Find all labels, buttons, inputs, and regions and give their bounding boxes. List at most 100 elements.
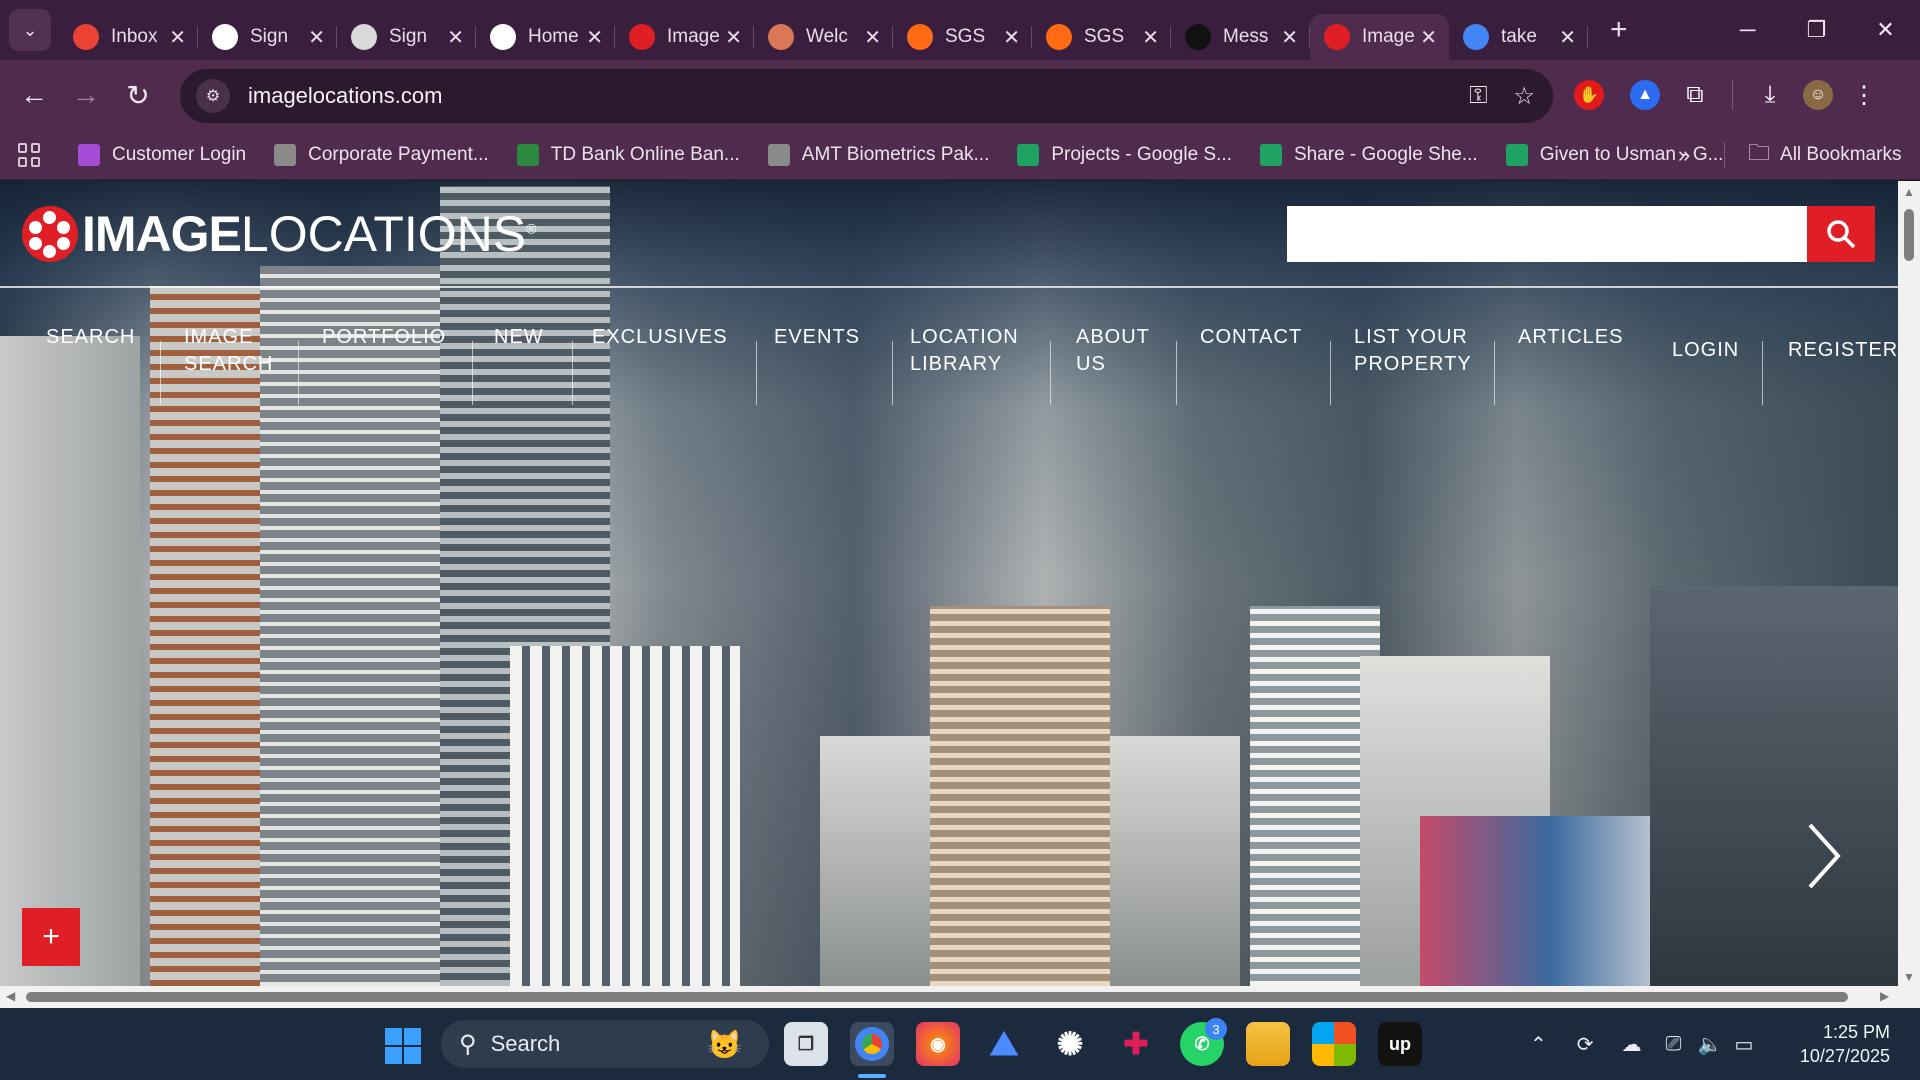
reload-button[interactable]: ↻ [112, 69, 164, 121]
tab-close-icon[interactable]: ✕ [1142, 25, 1159, 50]
volume-icon[interactable]: 🔈 [1698, 1032, 1723, 1057]
tab-close-icon[interactable]: ✕ [1420, 25, 1437, 50]
horizontal-scroll-thumb[interactable] [26, 992, 1848, 1002]
slack-icon[interactable]: ✚ [1114, 1022, 1158, 1066]
nav-link[interactable]: ARTICLES [1518, 324, 1623, 351]
bookmark-item[interactable]: Projects - Google S... [1017, 143, 1232, 166]
chatgpt-icon[interactable]: ✺ [1048, 1022, 1092, 1066]
register-link[interactable]: REGISTER [1788, 337, 1898, 364]
tab-close-icon[interactable]: ✕ [1003, 25, 1020, 50]
tab-close-icon[interactable]: ✕ [586, 25, 603, 50]
google-icon [1463, 24, 1489, 50]
back-button[interactable]: ← [8, 69, 60, 121]
more-bookmarks-icon[interactable]: » [1678, 142, 1690, 168]
bookmark-item[interactable]: Corporate Payment... [274, 143, 489, 166]
bookmark-label: Share - Google She... [1293, 143, 1478, 165]
onedrive-icon[interactable]: ☁ [1622, 1032, 1642, 1057]
tab-close-icon[interactable]: ✕ [308, 25, 325, 50]
horizontal-scrollbar[interactable]: ◀ ▶ [0, 986, 1920, 1008]
url-text[interactable]: imagelocations.com [248, 83, 442, 109]
browser-tab[interactable]: Home ✕ [476, 14, 615, 60]
browser-tab[interactable]: Sign ✕ [198, 14, 337, 60]
browser-tab[interactable]: Image ✕ [1310, 14, 1449, 60]
tab-close-icon[interactable]: ✕ [864, 25, 881, 50]
bookmark-item[interactable]: AMT Biometrics Pak... [767, 143, 989, 166]
nav-link[interactable]: SEARCH [46, 324, 135, 351]
browser-tab[interactable]: SGS ✕ [893, 14, 1032, 60]
password-key-icon[interactable]: ⚿ [1469, 82, 1487, 110]
bookmark-item[interactable]: Customer Login [78, 143, 246, 166]
tab-close-icon[interactable]: ✕ [725, 25, 742, 50]
tab-close-icon[interactable]: ✕ [447, 25, 464, 50]
bookmark-label: Projects - Google S... [1051, 143, 1232, 165]
scroll-left-icon[interactable]: ◀ [6, 989, 15, 1003]
bookmark-item[interactable]: Share - Google She... [1259, 143, 1478, 166]
microsoft-store-icon[interactable] [1312, 1022, 1356, 1066]
minimize-button[interactable]: ─ [1713, 0, 1782, 60]
apps-grid-icon[interactable] [18, 142, 42, 167]
bookmark-item[interactable]: Given to Usman - G... [1505, 143, 1723, 166]
login-link[interactable]: LOGIN [1672, 337, 1739, 364]
site-logo[interactable]: IMAGELOCATIONS® [22, 205, 537, 263]
scroll-right-icon[interactable]: ▶ [1880, 989, 1889, 1003]
browser-tab[interactable]: take ✕ [1449, 14, 1588, 60]
network-icon[interactable]: ⎚ [1666, 1033, 1682, 1056]
nav-link[interactable]: IMAGE SEARCH [184, 324, 273, 378]
tab-close-icon[interactable]: ✕ [1281, 25, 1298, 50]
browser-tab[interactable]: Mess ✕ [1171, 14, 1310, 60]
tab-close-icon[interactable]: ✕ [1559, 25, 1576, 50]
vertical-scrollbar[interactable]: ▲ ▼ [1898, 181, 1920, 986]
nav-link-line1: PORTFOLIO [322, 326, 447, 348]
task-view-icon[interactable]: ❐ [784, 1022, 828, 1066]
nav-link[interactable]: ABOUT US [1076, 324, 1150, 378]
vertical-scroll-thumb[interactable] [1904, 209, 1914, 261]
adblock-extension-icon[interactable]: ✋ [1574, 80, 1604, 110]
browser-tab[interactable]: SGS ✕ [1032, 14, 1171, 60]
browser-tab[interactable]: Inbox ✕ [59, 14, 198, 60]
browser-tab[interactable]: Sign ✕ [337, 14, 476, 60]
site-info-icon[interactable]: ⚙ [196, 79, 230, 113]
bookmark-star-icon[interactable]: ☆ [1513, 82, 1535, 111]
nav-link-line1: IMAGE [184, 326, 254, 348]
nav-link[interactable]: PORTFOLIO [322, 324, 446, 351]
site-search-input[interactable] [1287, 206, 1807, 262]
nav-link[interactable]: LIST YOUR PROPERTY [1354, 324, 1472, 378]
upwork-taskbar-icon[interactable]: up [1378, 1022, 1422, 1066]
profile-avatar[interactable]: ☺ [1803, 80, 1833, 110]
vpn-extension-icon[interactable]: ▲ [1630, 80, 1660, 110]
browser-tab[interactable]: Welc ✕ [754, 14, 893, 60]
add-button[interactable]: + [22, 908, 80, 966]
battery-icon[interactable]: ▭ [1734, 1032, 1753, 1057]
bookmark-item[interactable]: TD Bank Online Ban... [516, 143, 740, 166]
nav-link[interactable]: CONTACT [1200, 324, 1302, 351]
address-bar[interactable]: ⚙ imagelocations.com ⚿ ☆ [180, 69, 1553, 123]
nav-link[interactable]: NEW [494, 324, 544, 351]
site-search-button[interactable] [1807, 206, 1875, 262]
nav-link[interactable]: EXCLUSIVES [592, 324, 728, 351]
nav-link[interactable]: EVENTS [774, 324, 860, 351]
windows-start-icon[interactable] [385, 1028, 421, 1064]
tray-expand-icon[interactable]: ⌃ [1530, 1032, 1547, 1057]
download-icon[interactable]: ⤓ [1755, 80, 1785, 110]
sync-icon[interactable]: ⟳ [1577, 1032, 1594, 1057]
nordvpn-icon[interactable]: ⛰ [982, 1022, 1026, 1066]
extensions-puzzle-icon[interactable]: ⧉ [1680, 80, 1710, 110]
scroll-up-icon[interactable]: ▲ [1903, 185, 1915, 199]
carousel-next-button[interactable] [1804, 821, 1844, 896]
close-window-button[interactable]: ✕ [1851, 0, 1920, 60]
new-tab-button[interactable]: + [1610, 13, 1628, 47]
firefox-icon[interactable]: ◉ [916, 1022, 960, 1066]
tab-search-dropdown[interactable]: ⌄ [9, 9, 51, 51]
clock[interactable]: 1:25 PM 10/27/2025 [1800, 1020, 1890, 1068]
restore-button[interactable]: ❐ [1782, 0, 1851, 60]
file-explorer-icon[interactable] [1246, 1022, 1290, 1066]
browser-tab[interactable]: Image ✕ [615, 14, 754, 60]
tab-close-icon[interactable]: ✕ [169, 25, 186, 50]
menu-kebab-icon[interactable]: ⋮ [1849, 80, 1879, 110]
forward-button[interactable]: → [60, 69, 112, 121]
chrome-taskbar-icon[interactable] [850, 1022, 894, 1066]
nav-link[interactable]: LOCATION LIBRARY [910, 324, 1019, 378]
scroll-down-icon[interactable]: ▼ [1903, 970, 1915, 984]
all-bookmarks-button[interactable]: 🗀 All Bookmarks [1748, 136, 1901, 174]
taskbar-search[interactable]: ⚲ Search 😺 [441, 1020, 769, 1068]
